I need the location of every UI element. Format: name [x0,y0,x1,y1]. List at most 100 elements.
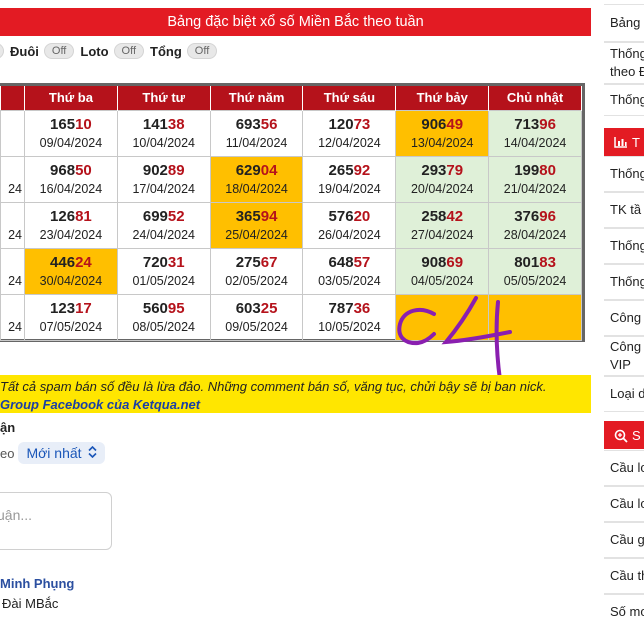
cell-number-tail: 92 [353,161,371,179]
sidebar-item[interactable]: TK tầ [604,192,644,228]
cell-number: 62904 [211,161,303,181]
sidebar-item-label: Thống [610,238,644,253]
table-cell: 60325 09/05/2024 [209,293,304,341]
toggle-loto-switch[interactable]: Off [113,43,145,59]
table-row: 16510 09/04/2024 14138 10/04/2024 69356 11/04… [0,109,582,157]
sidebar-item[interactable]: Cầu lo [604,486,644,522]
toggle-duoi-switch[interactable]: Off [43,43,75,59]
cell-number: 16510 [25,115,117,135]
table-title-bar: Bảng đặc biệt xổ số Miền Bắc theo tuần [0,8,591,36]
toggle-cut-switch[interactable]: f [0,43,4,59]
sidebar-item[interactable]: Cầu g [604,522,644,558]
table-cell: 90289 17/04/2024 [116,155,211,203]
comment-user-name[interactable]: Minh Phụng [0,576,74,591]
sidebar-item[interactable]: Công VIP [604,336,644,376]
sidebar-item[interactable]: Cầu lo [604,450,644,486]
table-cell: 27567 02/05/2024 [209,247,304,295]
cell-number-head: 801 [514,253,540,271]
cell-number-tail: 56 [260,115,278,133]
cell-number-head: 265 [328,161,354,179]
sidebar-heading-label: S [632,427,641,443]
cell-number: 80183 [489,253,581,273]
toggle-tong-switch[interactable]: Off [186,43,218,59]
sidebar-item[interactable]: Bảng đ [604,4,644,42]
cell-number: 27567 [211,253,303,273]
cell-date: 12/04/2024 [318,135,381,150]
toggle-label-duoi: Đuôi [10,43,39,59]
sidebar-item[interactable]: Thống [604,84,644,116]
sidebar-item-label: Bảng đ [610,15,644,30]
bar-chart-icon [614,136,628,148]
cell-number-head: 787 [328,299,354,317]
sidebar-item-label: Thống [610,92,644,107]
table-cell: 96850 16/04/2024 [24,155,118,203]
sidebar-item[interactable]: Thống [604,156,644,192]
cell-number-tail: 96 [539,115,556,133]
table-cell: 69952 24/04/2024 [116,201,211,249]
table-cell: 56095 08/05/2024 [116,293,211,341]
table-row: 24 96850 16/04/2024 90289 17/04/2024 62904 18/… [0,155,582,203]
spam-notice: Tất cả spam bán số đều là lừa đảo. Những… [0,375,591,413]
cell-number-tail: 52 [167,207,185,225]
cell-number: 71396 [489,115,581,135]
table-row: 24 12317 07/05/2024 56095 08/05/2024 60325 09/… [0,293,582,341]
cell-date: 24 [8,319,22,334]
table-cell: 44624 30/04/2024 [24,247,118,295]
cell-number-tail: 67 [260,253,278,271]
cell-number: 26592 [303,161,395,181]
cell-date: 26/04/2024 [318,227,381,242]
cell-date: 02/05/2024 [225,273,288,288]
cell-number: 69952 [118,207,210,227]
cell-date: 24 [8,181,22,196]
cell-date: 07/05/2024 [39,319,103,334]
sidebar-item[interactable]: Thống theo Đ [604,42,644,84]
cell-number: 56095 [118,299,210,319]
cell-number: 78736 [303,299,395,319]
facebook-group-link[interactable]: Group Facebook của Ketqua.net [0,396,591,414]
sidebar-item-label: Cầu th [610,568,644,583]
right-sidebar: Bảng đ Thống theo Đ Thống T Thống TK tầ T… [604,0,644,627]
sidebar-item-label: Cầu g [610,532,644,547]
sidebar-item[interactable]: Cầu th [604,558,644,594]
sidebar-item[interactable]: Thống [604,228,644,264]
cell-date: 23/04/2024 [39,227,103,242]
sidebar-item[interactable]: Số mơ [604,594,644,627]
cell-number: 64857 [303,253,395,273]
sidebar-item[interactable]: Công c [604,300,644,336]
cell-date: 16/04/2024 [39,181,103,196]
cell-number-head: 968 [50,161,76,179]
cell-date: 20/04/2024 [410,181,474,196]
cell-number-tail: 42 [446,207,464,225]
cell-number: 60325 [211,299,303,319]
cell-number-tail: 24 [75,253,92,271]
cell-number-tail: 94 [260,207,278,225]
cell-date: 25/04/2024 [225,227,288,242]
column-header: Thứ tư [117,86,211,110]
cell-number-head: 199 [514,161,540,179]
cell-number-tail: 50 [75,161,92,179]
cell-number-head: 376 [514,207,540,225]
toggle-row: f Đuôi Off Loto Off Tổng Off [0,40,223,62]
cell-date: 09/04/2024 [39,135,103,150]
column-header: Thứ năm [210,86,304,110]
cell-number: 25842 [396,207,488,227]
cell-number-tail: 31 [167,253,185,271]
table-cell: 37696 28/04/2024 [488,201,582,249]
sidebar-item[interactable]: Loại d [604,376,644,412]
sidebar-item[interactable]: Thống [604,264,644,300]
sort-select[interactable]: Mới nhất [18,442,105,464]
table-cell: 78736 10/05/2024 [302,293,397,341]
comment-input[interactable]: uận... [0,492,112,550]
table-cell: 57620 26/04/2024 [302,201,397,249]
table-cell: 16510 09/04/2024 [24,109,118,157]
column-header-cut [0,86,25,110]
table-cell-cut: 24 [0,293,25,341]
cell-date: 30/04/2024 [39,273,103,288]
table-header-row: Thứ ba Thứ tư Thứ năm Thứ sáu Thứ bảy Ch… [0,86,582,110]
page: Bảng đặc biệt xổ số Miền Bắc theo tuần f… [0,0,644,627]
cell-date: 10/04/2024 [132,135,196,150]
table-cell: 12681 23/04/2024 [24,201,118,249]
column-header: Thứ bảy [395,86,490,110]
comment-user-sub: Đài MBắc [2,596,59,611]
cell-date: 14/04/2024 [503,135,567,150]
